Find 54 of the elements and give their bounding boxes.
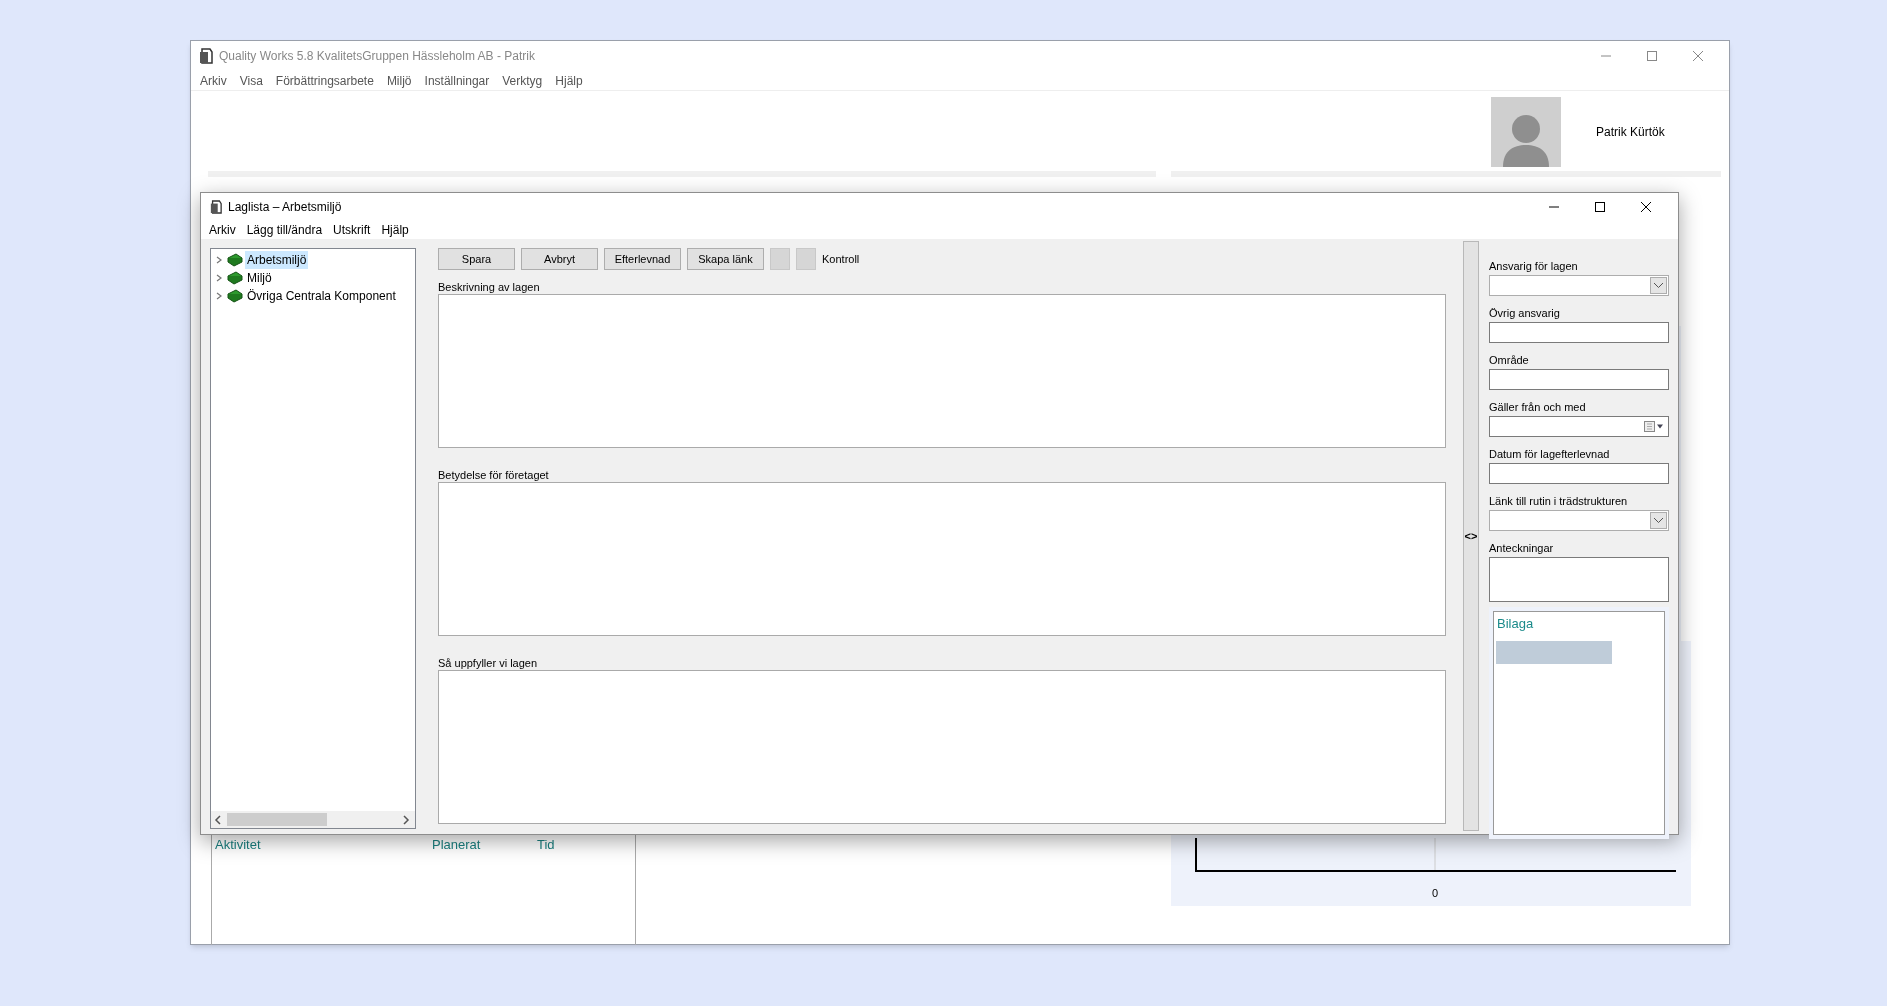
toolbar-button[interactable]: Skapa länk (687, 248, 764, 270)
toolbar-button[interactable]: Efterlevnad (604, 248, 681, 270)
maximize-icon (1646, 50, 1658, 62)
tree-item[interactable]: Arbetsmiljö (245, 251, 309, 269)
column-header: Planerat (432, 836, 482, 854)
menu-item[interactable]: Förbättringsarbete (270, 71, 379, 90)
text-field[interactable] (1489, 322, 1669, 343)
splitter-handle[interactable]: <> (1463, 241, 1479, 831)
toolbar-button[interactable]: Spara (438, 248, 515, 270)
app-icon (210, 200, 222, 214)
dropdown-field[interactable] (1489, 275, 1669, 296)
maximize-icon (1594, 201, 1606, 213)
app-icon (199, 48, 213, 64)
avatar-placeholder (1491, 97, 1561, 167)
field-label: Gäller från och med (1489, 401, 1587, 414)
toolbar-button[interactable]: Avbryt (521, 248, 598, 270)
menu-item[interactable]: Arkiv (195, 71, 232, 90)
field-label: Övrig ansvarig (1489, 307, 1561, 320)
scroll-thumb[interactable] (227, 813, 327, 826)
menu-item[interactable]: Hjälp (376, 221, 414, 239)
toolbar-label: Kontroll (822, 251, 860, 267)
field-label: Ansvarig för lagen (1489, 260, 1579, 273)
attachment-title: Bilaga (1496, 615, 1535, 633)
window-title: Quality Works 5.8 KvalitetsGruppen Hässleholm AB - Patrik (219, 48, 535, 65)
field-label: Datum för lagefterlevnad (1489, 448, 1611, 461)
text-field[interactable] (1489, 463, 1669, 484)
menu-item[interactable]: Hjälp (550, 71, 588, 90)
menu-item[interactable]: Inställningar (419, 71, 495, 90)
column-header: Tid (537, 836, 556, 854)
field-label: Länk till rutin i trädstrukturen (1489, 495, 1629, 508)
section-label: Beskrivning av lagen (438, 281, 541, 294)
calendar-icon[interactable] (1644, 421, 1664, 432)
menu-item[interactable]: Miljö (381, 71, 417, 90)
column-header: Aktivitet (215, 836, 262, 854)
menu-item[interactable]: Visa (234, 71, 268, 90)
dropdown-field[interactable] (1489, 510, 1669, 531)
menu-item[interactable]: Utskrift (328, 221, 376, 239)
tree-item[interactable]: Miljö (245, 269, 274, 287)
close-icon (1640, 201, 1652, 213)
date-field[interactable] (1489, 416, 1669, 437)
user-name: Patrik Kürtök (1596, 124, 1665, 141)
menu-item[interactable]: Lägg till/ändra (241, 221, 328, 239)
axis-tick-label: 0 (1432, 886, 1439, 901)
menu-item[interactable]: Arkiv (204, 221, 241, 239)
close-icon (1692, 50, 1704, 62)
section-label: Så uppfyller vi lagen (438, 657, 539, 670)
field-label: Område (1489, 354, 1530, 367)
field-label: Anteckningar (1489, 542, 1555, 555)
notes-field[interactable] (1489, 557, 1669, 602)
menu-item[interactable]: Verktyg (497, 71, 548, 90)
text-field[interactable] (1489, 369, 1669, 390)
tree-item[interactable]: Övriga Centrala Komponent (245, 287, 398, 305)
dialog-title: Laglista – Arbetsmiljö (228, 199, 342, 216)
section-label: Betydelse för företaget (438, 469, 550, 482)
